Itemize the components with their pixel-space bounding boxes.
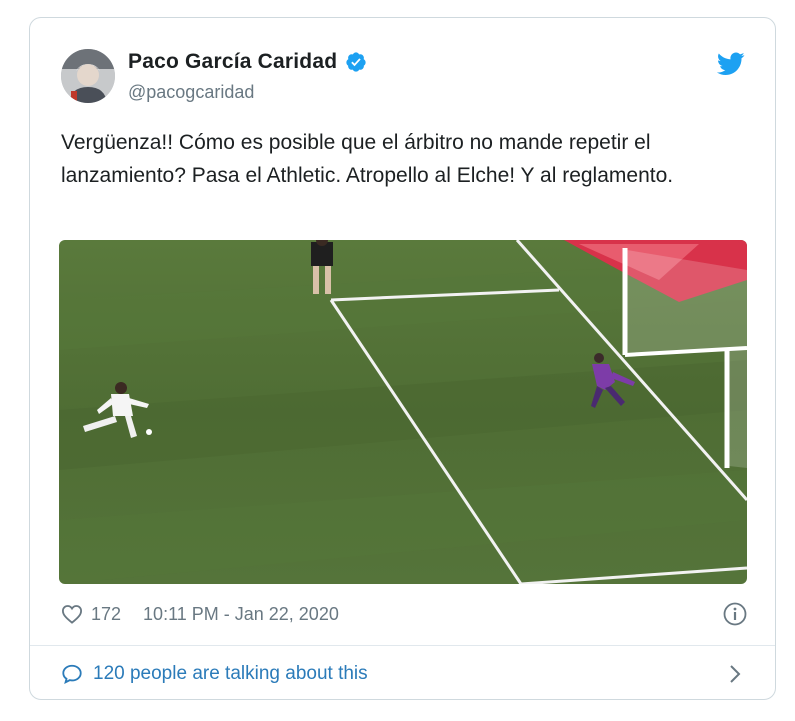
conversation-text[interactable]: 120 people are talking about this bbox=[93, 663, 368, 685]
like-count[interactable]: 172 bbox=[91, 604, 121, 625]
author-display-name[interactable]: Paco García Caridad bbox=[128, 50, 337, 74]
author-name-row[interactable]: Paco García Caridad bbox=[128, 50, 367, 74]
twitter-bird-icon[interactable] bbox=[717, 52, 745, 76]
info-icon[interactable] bbox=[723, 602, 747, 626]
verified-badge-icon bbox=[346, 52, 366, 72]
author-handle[interactable]: @pacogcaridad bbox=[128, 82, 254, 103]
tweet-text: Vergüenza!! Cómo es posible que el árbit… bbox=[61, 131, 674, 187]
chevron-right-icon[interactable] bbox=[729, 664, 741, 684]
author-avatar[interactable] bbox=[61, 49, 115, 103]
divider bbox=[30, 645, 775, 646]
speech-bubble-icon bbox=[62, 664, 82, 684]
tweet-media-photo[interactable] bbox=[59, 240, 747, 584]
tweet-meta-row: 172 10:11 PM - Jan 22, 2020 bbox=[61, 601, 747, 627]
tweet-timestamp[interactable]: 10:11 PM - Jan 22, 2020 bbox=[143, 604, 339, 625]
tweet-card[interactable]: Paco García Caridad @pacogcaridad Vergüe… bbox=[29, 17, 776, 700]
heart-icon[interactable] bbox=[61, 604, 83, 624]
conversation-link[interactable]: 120 people are talking about this bbox=[61, 660, 747, 688]
